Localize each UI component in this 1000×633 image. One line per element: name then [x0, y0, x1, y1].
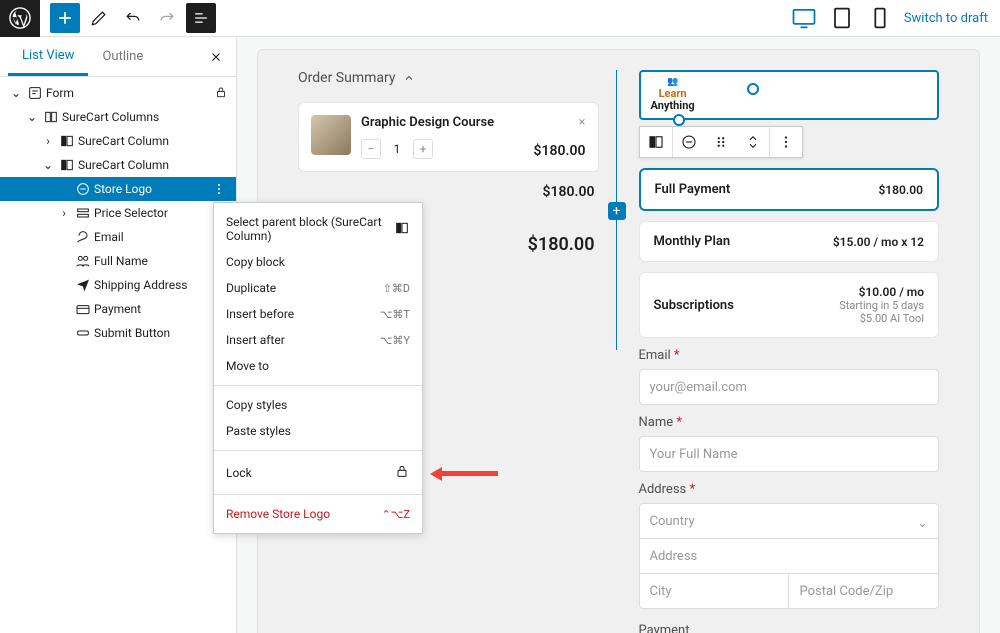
menu-remove[interactable]: Remove Store Logo⌃⌥Z — [214, 501, 422, 527]
column-icon — [56, 133, 78, 149]
edit-tool[interactable] — [84, 3, 114, 33]
block-context-menu: Select parent block (SureCart Column) Co… — [213, 202, 423, 534]
toolbar-drag-icon[interactable] — [705, 127, 737, 157]
menu-copy-block[interactable]: Copy block — [214, 249, 422, 275]
name-icon — [72, 253, 94, 269]
toolbar-column-icon[interactable] — [640, 127, 672, 157]
toolbar-move-icon[interactable] — [737, 127, 769, 157]
product-title: Graphic Design Course — [361, 115, 524, 131]
quantity-control: − 1 + — [361, 139, 524, 159]
tree-column-2[interactable]: ⌄SureCart Column — [0, 153, 236, 177]
sidebar-tabs: List View Outline — [0, 37, 236, 77]
payment-icon — [72, 301, 94, 317]
city-input[interactable]: City — [639, 573, 789, 609]
tree-payment[interactable]: Payment — [0, 297, 236, 321]
order-summary-header[interactable]: Order Summary — [298, 70, 599, 86]
tree-columns[interactable]: ⌄SureCart Columns — [0, 105, 236, 129]
toolbar-more-icon[interactable] — [770, 127, 802, 157]
remove-product-icon[interactable]: × — [579, 115, 586, 130]
qty-plus-button[interactable]: + — [413, 139, 433, 159]
plan-subscriptions[interactable]: Subscriptions $10.00 / mo Starting in 5 … — [639, 272, 940, 338]
tree-email[interactable]: Email — [0, 225, 236, 249]
switch-to-draft[interactable]: Switch to draft — [904, 11, 988, 26]
close-sidebar-icon[interactable] — [204, 45, 228, 69]
payment-label: Payment — [639, 623, 940, 633]
tree-form[interactable]: ⌄Form — [0, 81, 236, 105]
chevron-down-icon: ⌄ — [917, 516, 928, 531]
shipping-icon — [72, 277, 94, 293]
form-icon — [24, 85, 46, 101]
zip-input[interactable]: Postal Code/Zip — [788, 573, 939, 609]
product-thumbnail — [311, 115, 351, 155]
menu-move-to[interactable]: Move to — [214, 353, 422, 379]
topbar-tools — [40, 3, 216, 33]
menu-paste-styles[interactable]: Paste styles — [214, 418, 422, 444]
block-tree: ⌄Form ⌄SureCart Columns ›SureCart Column… — [0, 77, 236, 349]
address-input[interactable]: Address — [639, 538, 940, 574]
tree-column-1[interactable]: ›SureCart Column — [0, 129, 236, 153]
lock-icon — [394, 463, 410, 482]
menu-copy-styles[interactable]: Copy styles — [214, 392, 422, 418]
insert-between-button[interactable]: + — [608, 202, 626, 220]
topbar-right: Switch to draft — [790, 4, 1000, 32]
email-input[interactable]: your@email.com — [639, 369, 940, 405]
product-card: Graphic Design Course − 1 + × $180.00 — [298, 102, 599, 172]
menu-select-parent[interactable]: Select parent block (SureCart Column) — [214, 209, 422, 249]
address-label: Address * — [639, 482, 940, 497]
qty-minus-button[interactable]: − — [361, 139, 381, 159]
document-overview-button[interactable] — [186, 3, 216, 33]
tab-list-view[interactable]: List View — [8, 38, 88, 76]
price-selector-icon — [72, 205, 94, 221]
list-view-sidebar: List View Outline ⌄Form ⌄SureCart Column… — [0, 37, 237, 633]
menu-insert-before[interactable]: Insert before⌥⌘T — [214, 301, 422, 327]
chevron-up-icon — [403, 72, 415, 84]
email-icon — [72, 229, 94, 245]
add-block-button[interactable] — [50, 3, 80, 33]
tree-submit[interactable]: Submit Button — [0, 321, 236, 345]
product-price: $180.00 — [534, 143, 586, 159]
tree-store-logo[interactable]: Store Logo — [0, 177, 236, 201]
block-toolbar — [639, 126, 803, 158]
redo-button[interactable] — [152, 3, 182, 33]
column-icon — [56, 157, 78, 173]
lock-icon — [214, 85, 228, 102]
toolbar-logo-icon[interactable] — [673, 127, 705, 157]
menu-insert-after[interactable]: Insert after⌥⌘Y — [214, 327, 422, 353]
name-label: Name * — [639, 415, 940, 430]
tree-full-name[interactable]: Full Name — [0, 249, 236, 273]
checkout-column: 👥 Learn Anything Full Paymen — [639, 70, 940, 625]
store-logo-icon — [72, 181, 94, 197]
resize-handle-icon[interactable] — [673, 114, 685, 126]
tab-outline[interactable]: Outline — [88, 39, 157, 74]
tree-price-selector[interactable]: ›Price Selector — [0, 201, 236, 225]
plan-full-payment[interactable]: Full Payment $180.00 — [639, 168, 940, 211]
column-icon — [394, 220, 410, 239]
desktop-preview-icon[interactable] — [790, 4, 818, 32]
columns-icon — [40, 109, 62, 125]
country-select[interactable]: Country ⌄ — [639, 503, 940, 539]
mobile-preview-icon[interactable] — [866, 4, 894, 32]
plan-monthly[interactable]: Monthly Plan $15.00 / mo x 12 — [639, 221, 940, 262]
menu-lock[interactable]: Lock — [214, 457, 422, 488]
editor-topbar: Switch to draft — [0, 0, 1000, 37]
email-label: Email * — [639, 348, 940, 363]
undo-button[interactable] — [118, 3, 148, 33]
tablet-preview-icon[interactable] — [828, 4, 856, 32]
wordpress-logo[interactable] — [0, 0, 40, 37]
qty-value: 1 — [387, 142, 407, 156]
store-logo-block[interactable]: 👥 Learn Anything — [639, 70, 940, 120]
name-input[interactable]: Your Full Name — [639, 436, 940, 472]
more-icon[interactable] — [210, 181, 228, 197]
submit-icon — [72, 325, 94, 341]
resize-handle-icon[interactable] — [747, 83, 759, 95]
menu-duplicate[interactable]: Duplicate⇧⌘D — [214, 275, 422, 301]
tree-shipping[interactable]: Shipping Address — [0, 273, 236, 297]
logo-text: 👥 Learn Anything — [651, 78, 695, 112]
